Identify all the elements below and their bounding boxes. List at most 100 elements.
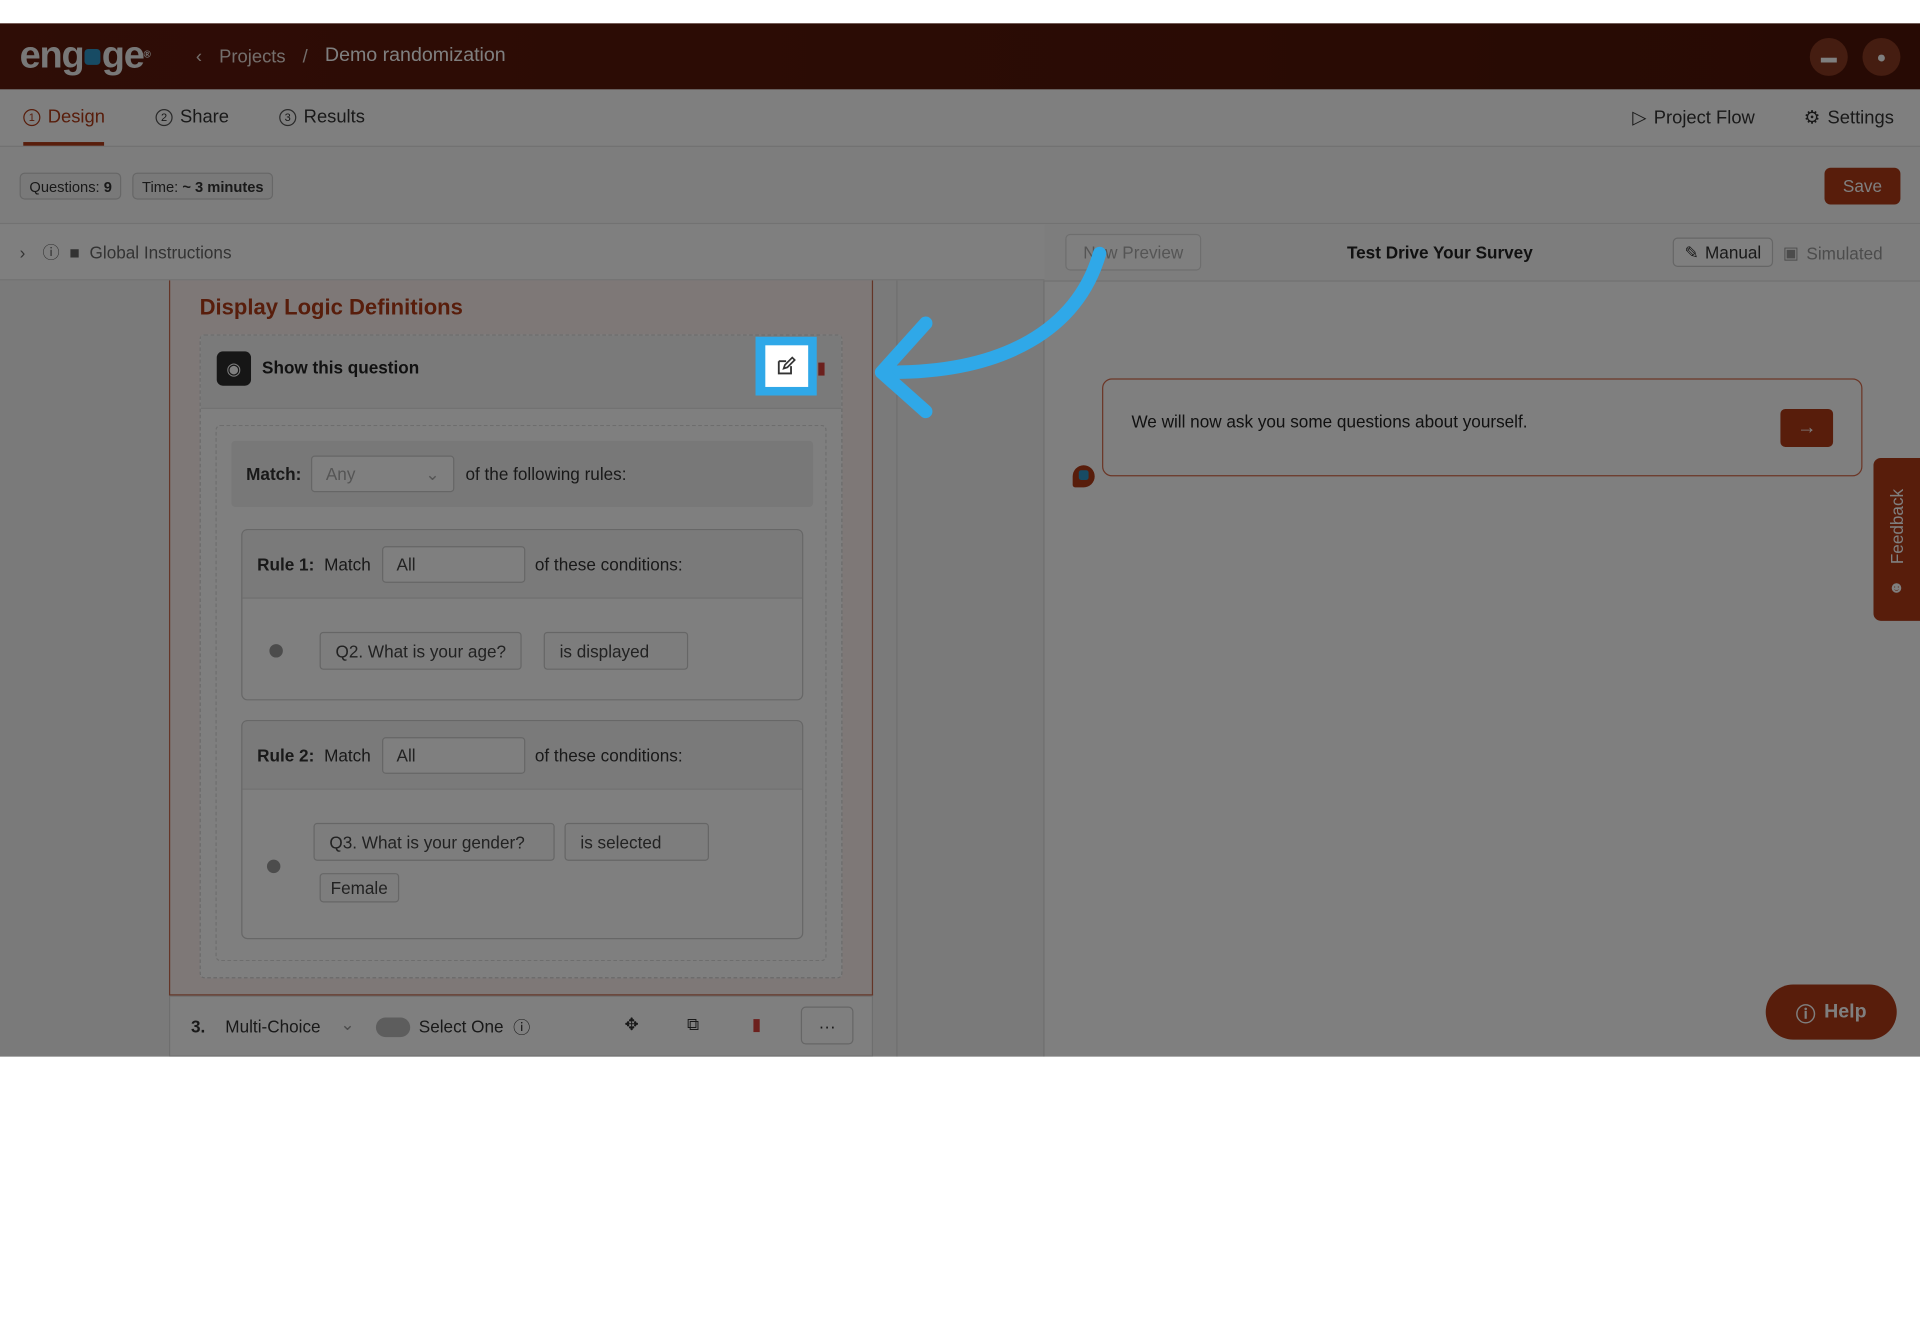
match-label: Match: [246, 464, 302, 484]
condition-operator[interactable]: is displayed [543, 631, 689, 670]
simulated-label: Simulated [1806, 243, 1883, 263]
show-question-label: Show this question [262, 357, 420, 378]
tab-number: 1 [23, 108, 41, 126]
questions-count-badge: Questions: 9 [19, 172, 122, 200]
engage-logo[interactable]: eng ge® [20, 34, 151, 76]
gear-icon: ⚙ [1803, 107, 1821, 129]
chevron-right-icon[interactable]: › [20, 242, 26, 262]
preview-message-text: We will now ask you some questions about… [1131, 411, 1528, 432]
questions-value: 9 [103, 178, 112, 196]
global-instructions-bar[interactable]: › ⓘ ■ Global Instructions [0, 224, 1045, 281]
copy-icon[interactable]: ⧉ [687, 1014, 699, 1035]
breadcrumb-separator: / [302, 45, 308, 67]
rule-header: Rule 2: Match All of these conditions: [242, 721, 803, 790]
edit-logic-button[interactable] [755, 336, 817, 396]
tab-label: Share [180, 106, 230, 128]
preview-title: Test Drive Your Survey [1346, 242, 1533, 263]
tab-share[interactable]: 2 Share [155, 106, 230, 128]
radio-dot-icon[interactable] [269, 644, 283, 658]
display-logic-title: Display Logic Definitions [199, 295, 463, 320]
condition-question[interactable]: Q3. What is your gender? [313, 822, 555, 861]
help-button[interactable]: ⓘ Help [1765, 984, 1897, 1040]
survey-info-bar: Questions: 9 Time: ~ 3 minutes Save [0, 146, 1920, 225]
condition-option[interactable]: Female [319, 873, 399, 903]
time-value: ~ 3 minutes [182, 178, 264, 196]
next-arrow-button[interactable]: → [1780, 408, 1834, 447]
move-icon[interactable]: ✥ [624, 1014, 638, 1035]
match-row: Match: Any ⌄ of the following rules: [231, 440, 814, 507]
feedback-label: Feedback [1886, 488, 1907, 565]
chevron-down-icon: ⌄ [425, 463, 440, 484]
more-options-button[interactable]: ··· [800, 1006, 854, 1045]
active-tab-indicator [23, 142, 105, 146]
rule-1: Rule 1: Match All of these conditions: Q… [241, 528, 804, 701]
info-icon: ⓘ [42, 241, 60, 262]
chat-icon: ▣ [1782, 242, 1800, 263]
condition-question[interactable]: Q2. What is your age? [319, 631, 523, 670]
breadcrumb: ‹ Projects / Demo randomization [196, 45, 506, 67]
user-avatar-icon[interactable]: ● [1862, 37, 1901, 76]
select-one-label: Select One [418, 1016, 504, 1036]
breadcrumb-projects[interactable]: Projects [219, 46, 285, 67]
simulated-mode-button[interactable]: ▣ Simulated [1783, 242, 1883, 263]
match-select-value: Any [325, 464, 356, 484]
play-icon: ▷ [1632, 107, 1647, 129]
bot-avatar-icon [1072, 465, 1095, 488]
questions-label: Questions: [29, 178, 100, 196]
settings-button[interactable]: ⚙ Settings [1803, 107, 1894, 129]
arrow-right-icon: → [1796, 416, 1817, 438]
project-flow-button[interactable]: ▷ Project Flow [1632, 107, 1755, 129]
rule-match-word: Match [324, 554, 371, 574]
question-circle-icon: ⓘ [1795, 1004, 1816, 1026]
question-number: 3. [191, 1016, 206, 1036]
tab-label: Design [47, 106, 105, 128]
rule-match-select[interactable]: All [381, 736, 526, 774]
rule-label: Rule 1: [257, 554, 315, 574]
rule-suffix: of these conditions: [534, 554, 683, 574]
rule-suffix: of these conditions: [534, 745, 683, 765]
back-chevron-icon[interactable]: ‹ [196, 46, 202, 67]
global-instructions-label: Global Instructions [89, 241, 232, 262]
save-button[interactable]: Save [1824, 167, 1901, 205]
manual-label: Manual [1705, 242, 1762, 263]
tab-number: 2 [155, 108, 173, 126]
tab-design[interactable]: 1 Design [23, 106, 105, 128]
tab-bar: 1 Design 2 Share 3 Results ▷ Project Flo… [0, 89, 1920, 147]
eye-icon: ◉ [216, 351, 252, 386]
condition-operator[interactable]: is selected [564, 822, 709, 861]
preview-panel: New Preview Test Drive Your Survey ✎ Man… [1044, 224, 1920, 1057]
edit-icon-box [764, 345, 808, 387]
rule-match-select[interactable]: All [381, 545, 526, 583]
manual-mode-button[interactable]: ✎ Manual [1672, 237, 1774, 267]
design-panel: › ⓘ ■ Global Instructions Display Logic … [0, 224, 1045, 1057]
new-preview-button[interactable]: New Preview [1065, 233, 1202, 271]
match-select[interactable]: Any ⌄ [311, 455, 455, 493]
chevron-down-icon[interactable]: ⌄ [340, 1014, 354, 1035]
tab-results[interactable]: 3 Results [279, 106, 365, 128]
project-flow-label: Project Flow [1653, 107, 1755, 128]
rule-match-word: Match [324, 745, 371, 765]
briefcase-icon[interactable]: ▬ [1809, 37, 1848, 76]
following-rules-label: of the following rules: [465, 464, 627, 484]
tab-number: 3 [279, 108, 297, 126]
app-window: eng ge® ‹ Projects / Demo randomization ▬… [0, 23, 1920, 1057]
top-header: eng ge® ‹ Projects / Demo randomization ▬… [0, 23, 1920, 90]
time-estimate-badge: Time: ~ 3 minutes [132, 172, 274, 200]
question-toolbar: 3. Multi-Choice ⌄ Select One ⓘ ✥ ⧉ ▮ ··· [168, 995, 874, 1057]
delete-logic-icon[interactable]: ▮ [817, 358, 826, 379]
project-name: Demo randomization [324, 45, 506, 67]
select-one-toggle[interactable] [375, 1017, 411, 1038]
feedback-tab[interactable]: Feedback ☻ [1873, 457, 1920, 621]
info-icon[interactable]: ⓘ [513, 1015, 530, 1039]
radio-dot-icon[interactable] [266, 859, 281, 874]
smile-icon: ☻ [1888, 577, 1905, 597]
preview-message-card: We will now ask you some questions about… [1102, 378, 1863, 477]
show-question-header: ◉ Show this question ▮ [200, 335, 842, 409]
question-type-select[interactable]: Multi-Choice [225, 1016, 320, 1036]
lock-icon: ■ [69, 241, 80, 262]
tab-label: Results [303, 106, 365, 128]
time-label: Time: [142, 178, 179, 196]
rule-2: Rule 2: Match All of these conditions: Q… [241, 720, 804, 940]
pencil-icon: ✎ [1684, 241, 1699, 262]
delete-question-icon[interactable]: ▮ [752, 1014, 761, 1035]
